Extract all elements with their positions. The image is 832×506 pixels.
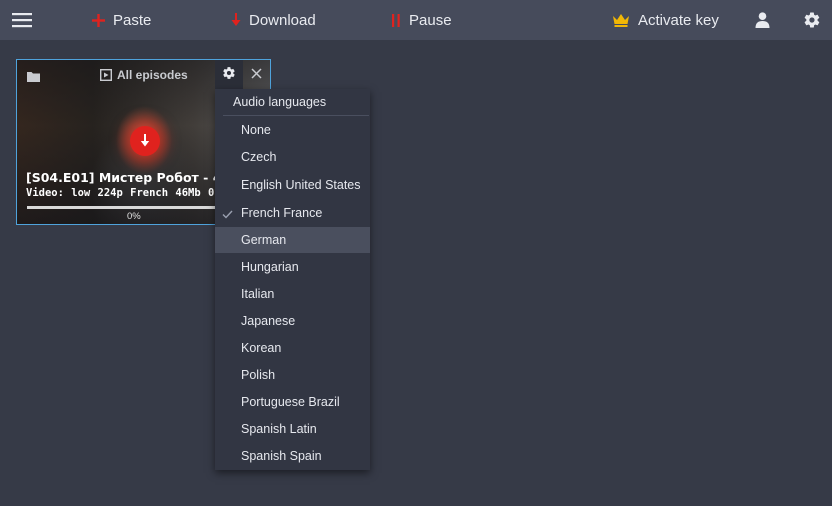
folder-icon[interactable] bbox=[27, 69, 40, 87]
menu-item-english-united-states[interactable]: English United States bbox=[215, 172, 370, 198]
menu-item-label: German bbox=[241, 233, 287, 247]
menu-item-label: Spanish Spain bbox=[241, 449, 322, 463]
plus-icon bbox=[92, 13, 105, 27]
menu-item-label: None bbox=[241, 123, 271, 137]
menu-item-label: English United States bbox=[241, 178, 361, 192]
menu-item-french-france[interactable]: French France bbox=[215, 200, 370, 226]
pause-label: Pause bbox=[409, 11, 452, 29]
menu-icon bbox=[12, 12, 32, 28]
menu-item-hungarian[interactable]: Hungarian bbox=[215, 254, 370, 280]
download-status-icon[interactable] bbox=[130, 126, 160, 156]
audio-languages-menu: Audio languages None Czech English United … bbox=[215, 89, 370, 470]
progress-bar bbox=[27, 206, 217, 209]
paste-button[interactable]: Paste bbox=[92, 0, 151, 40]
menu-item-label: Czech bbox=[241, 150, 277, 164]
menu-item-korean[interactable]: Korean bbox=[215, 335, 370, 361]
user-icon bbox=[755, 12, 770, 28]
menu-item-label: Hungarian bbox=[241, 260, 299, 274]
menu-item-label: Japanese bbox=[241, 314, 296, 328]
check-icon bbox=[222, 208, 233, 222]
card-header: All episodes bbox=[17, 60, 270, 90]
menu-item-german[interactable]: German bbox=[215, 227, 370, 253]
all-episodes-link[interactable]: All episodes bbox=[100, 68, 188, 82]
card-settings-button[interactable] bbox=[215, 60, 243, 90]
all-episodes-label: All episodes bbox=[117, 68, 188, 82]
menu-item-italian[interactable]: Italian bbox=[215, 281, 370, 307]
progress-percent: 0% bbox=[127, 211, 141, 222]
card-close-button[interactable] bbox=[243, 60, 270, 90]
menu-item-spanish-latin[interactable]: Spanish Latin bbox=[215, 416, 370, 442]
menu-item-label: French France bbox=[241, 206, 323, 220]
menu-item-label: Spanish Latin bbox=[241, 422, 317, 436]
menu-item-portuguese-brazil[interactable]: Portuguese Brazil bbox=[215, 389, 370, 415]
download-button[interactable]: Download bbox=[231, 0, 316, 40]
menu-item-label: Korean bbox=[241, 341, 282, 355]
menu-item-spanish-spain[interactable]: Spanish Spain bbox=[215, 443, 370, 469]
menu-item-label: Polish bbox=[241, 368, 276, 382]
menu-divider bbox=[223, 115, 369, 116]
paste-label: Paste bbox=[113, 11, 152, 29]
menu-header: Audio languages bbox=[233, 95, 327, 109]
activate-key-label: Activate key bbox=[638, 11, 719, 29]
menu-item-label: Italian bbox=[241, 287, 275, 301]
settings-button[interactable] bbox=[803, 0, 829, 40]
user-button[interactable] bbox=[755, 0, 778, 40]
menu-item-label: Portuguese Brazil bbox=[241, 395, 340, 409]
download-arrow-icon bbox=[231, 13, 241, 27]
pause-icon bbox=[391, 13, 401, 27]
top-toolbar: Paste Download Pause Activate key bbox=[0, 0, 832, 40]
activate-key-button[interactable]: Activate key bbox=[612, 0, 719, 40]
menu-item-czech[interactable]: Czech bbox=[215, 144, 370, 170]
playlist-icon bbox=[100, 69, 112, 81]
pause-button[interactable]: Pause bbox=[391, 0, 452, 40]
menu-button[interactable] bbox=[12, 0, 40, 40]
menu-item-none[interactable]: None bbox=[215, 117, 370, 143]
menu-item-polish[interactable]: Polish bbox=[215, 362, 370, 388]
gear-icon bbox=[222, 66, 236, 85]
gear-icon bbox=[803, 11, 821, 29]
crown-icon bbox=[612, 13, 630, 27]
download-label: Download bbox=[249, 11, 316, 29]
menu-item-japanese[interactable]: Japanese bbox=[215, 308, 370, 334]
close-icon bbox=[251, 66, 262, 84]
